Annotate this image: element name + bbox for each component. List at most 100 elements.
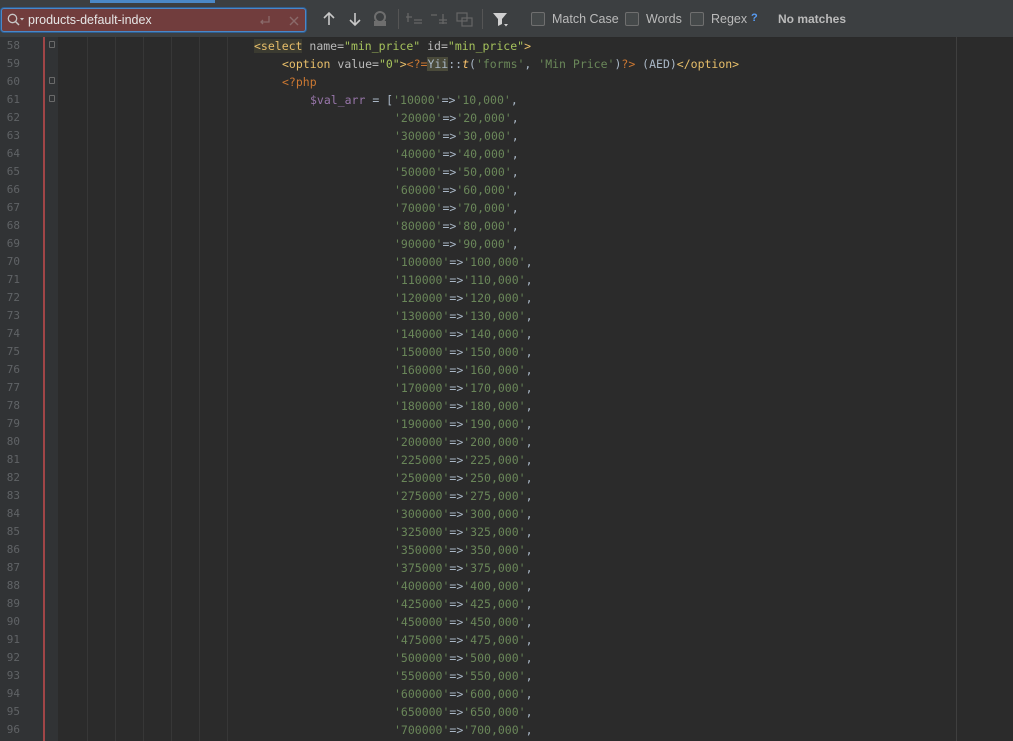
remove-selection-icon[interactable]: [431, 10, 449, 28]
code-line[interactable]: 95 '650000'=>'650,000',: [0, 703, 1013, 721]
code-line[interactable]: 70 '100000'=>'100,000',: [0, 253, 1013, 271]
code-token: '150,000': [463, 345, 526, 359]
filter-icon[interactable]: [491, 10, 509, 28]
code-token: ,: [525, 255, 533, 269]
code-line[interactable]: 60 <?php: [0, 73, 1013, 91]
clear-icon[interactable]: [287, 13, 301, 27]
search-history-icon[interactable]: [6, 12, 26, 28]
separator: [482, 9, 483, 29]
fold-marker-icon[interactable]: [49, 95, 55, 102]
code-line[interactable]: 72 '120000'=>'120,000',: [0, 289, 1013, 307]
code-text: '30000'=>'30,000',: [394, 127, 519, 145]
add-selection-icon[interactable]: [406, 10, 424, 28]
code-token: =>: [449, 597, 464, 611]
code-line[interactable]: 90 '450000'=>'450,000',: [0, 613, 1013, 631]
line-number: 67: [6, 201, 20, 214]
code-line[interactable]: 61 $val_arr = ['10000'=>'10,000',: [0, 91, 1013, 109]
code-line[interactable]: 59 <option value="0"><?=Yii::t('forms', '…: [0, 55, 1013, 73]
code-line[interactable]: 75 '150000'=>'150,000',: [0, 343, 1013, 361]
code-line[interactable]: 88 '400000'=>'400,000',: [0, 577, 1013, 595]
code-line[interactable]: 71 '110000'=>'110,000',: [0, 271, 1013, 289]
fold-marker-icon[interactable]: [49, 77, 55, 84]
code-line[interactable]: 65 '50000'=>'50,000',: [0, 163, 1013, 181]
code-token: ,: [525, 561, 533, 575]
code-token: =>: [442, 201, 457, 215]
select-all-occurrences-icon[interactable]: [456, 10, 474, 28]
code-line[interactable]: 68 '80000'=>'80,000',: [0, 217, 1013, 235]
code-token: '20,000': [456, 111, 512, 125]
fold-marker-icon[interactable]: [49, 41, 55, 48]
code-line[interactable]: 92 '500000'=>'500,000',: [0, 649, 1013, 667]
code-line[interactable]: 66 '60000'=>'60,000',: [0, 181, 1013, 199]
code-line[interactable]: 87 '375000'=>'375,000',: [0, 559, 1013, 577]
code-token: ,: [525, 399, 533, 413]
next-occurrence-icon[interactable]: [346, 10, 364, 28]
code-line[interactable]: 58 <select name="min_price" id="min_price…: [0, 37, 1013, 55]
line-number: 85: [6, 525, 20, 538]
code-line[interactable]: 96 '700000'=>'700,000',: [0, 721, 1013, 739]
code-text: '425000'=>'425,000',: [394, 595, 533, 613]
previous-occurrence-icon[interactable]: [320, 10, 338, 28]
new-line-icon[interactable]: [258, 13, 272, 27]
code-line[interactable]: 85 '325000'=>'325,000',: [0, 523, 1013, 541]
code-line[interactable]: 82 '250000'=>'250,000',: [0, 469, 1013, 487]
code-text: '120000'=>'120,000',: [394, 289, 533, 307]
code-line[interactable]: 77 '170000'=>'170,000',: [0, 379, 1013, 397]
match-case-checkbox[interactable]: [531, 12, 545, 26]
code-token: '40,000': [456, 147, 512, 161]
code-token: '150000': [394, 345, 450, 359]
search-field[interactable]: [1, 8, 306, 32]
regex-option[interactable]: Regex: [690, 11, 747, 27]
code-token: ,: [511, 183, 519, 197]
code-line[interactable]: 83 '275000'=>'275,000',: [0, 487, 1013, 505]
code-token: '550,000': [463, 669, 526, 683]
code-line[interactable]: 89 '425000'=>'425,000',: [0, 595, 1013, 613]
code-text: '225000'=>'225,000',: [394, 451, 533, 469]
code-line[interactable]: 84 '300000'=>'300,000',: [0, 505, 1013, 523]
code-token: '250,000': [463, 471, 526, 485]
code-line[interactable]: 62 '20000'=>'20,000',: [0, 109, 1013, 127]
code-line[interactable]: 80 '200000'=>'200,000',: [0, 433, 1013, 451]
code-token: =>: [449, 417, 464, 431]
code-line[interactable]: 63 '30000'=>'30,000',: [0, 127, 1013, 145]
words-option[interactable]: Words: [625, 11, 682, 27]
code-token: '60,000': [456, 183, 512, 197]
code-line[interactable]: 69 '90000'=>'90,000',: [0, 235, 1013, 253]
line-number: 90: [6, 615, 20, 628]
code-token: ,: [524, 57, 539, 71]
code-token: <?php: [282, 75, 317, 89]
match-case-option[interactable]: Match Case: [531, 11, 619, 27]
code-line[interactable]: 73 '130000'=>'130,000',: [0, 307, 1013, 325]
code-token: '100000': [394, 255, 450, 269]
search-input[interactable]: [28, 11, 248, 29]
code-text: '500000'=>'500,000',: [394, 649, 533, 667]
line-number: 94: [6, 687, 20, 700]
code-line[interactable]: 74 '140000'=>'140,000',: [0, 325, 1013, 343]
line-number: 87: [6, 561, 20, 574]
code-token: =>: [449, 633, 464, 647]
code-token: =>: [449, 507, 464, 521]
words-label: Words: [646, 12, 682, 26]
code-line[interactable]: 86 '350000'=>'350,000',: [0, 541, 1013, 559]
code-token: '70,000': [456, 201, 512, 215]
code-line[interactable]: 91 '475000'=>'475,000',: [0, 631, 1013, 649]
code-token: ,: [525, 363, 533, 377]
code-line[interactable]: 81 '225000'=>'225,000',: [0, 451, 1013, 469]
code-token: =>: [449, 381, 464, 395]
code-line[interactable]: 78 '180000'=>'180,000',: [0, 397, 1013, 415]
code-line[interactable]: 67 '70000'=>'70,000',: [0, 199, 1013, 217]
words-checkbox[interactable]: [625, 12, 639, 26]
regex-checkbox[interactable]: [690, 12, 704, 26]
code-token: ,: [525, 417, 533, 431]
code-line[interactable]: 64 '40000'=>'40,000',: [0, 145, 1013, 163]
code-line[interactable]: 93 '550000'=>'550,000',: [0, 667, 1013, 685]
code-editor[interactable]: 58 <select name="min_price" id="min_price…: [0, 37, 1013, 741]
code-line[interactable]: 79 '190000'=>'190,000',: [0, 415, 1013, 433]
find-all-icon[interactable]: [371, 10, 389, 28]
regex-help-link[interactable]: ?: [751, 12, 758, 24]
code-line[interactable]: 76 '160000'=>'160,000',: [0, 361, 1013, 379]
code-line[interactable]: 94 '600000'=>'600,000',: [0, 685, 1013, 703]
match-case-label: Match Case: [552, 12, 619, 26]
code-token: >: [399, 57, 407, 71]
code-token: '350000': [394, 543, 450, 557]
